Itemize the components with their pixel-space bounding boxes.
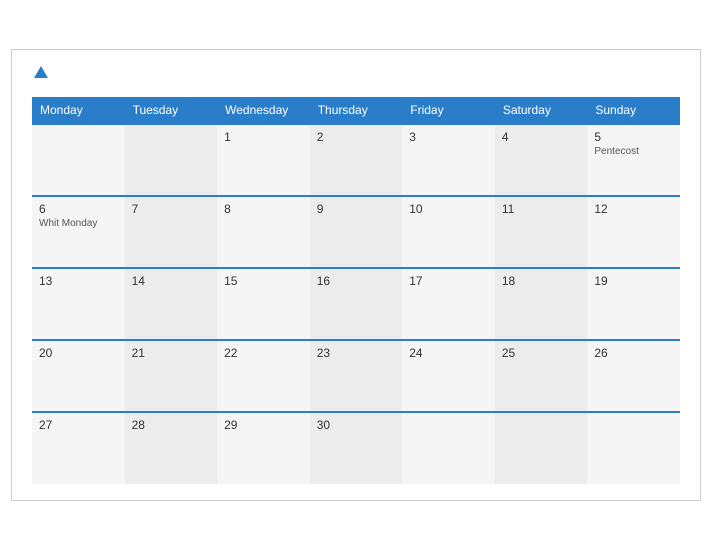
day-cell: 23 xyxy=(310,340,403,412)
day-number: 30 xyxy=(317,418,396,432)
day-number: 11 xyxy=(502,202,581,216)
weekday-header-saturday: Saturday xyxy=(495,97,588,124)
day-cell: 28 xyxy=(125,412,218,484)
week-row-4: 20 21 22 23 24 25 26 xyxy=(32,340,680,412)
week-row-1: 12345 Pentecost xyxy=(32,124,680,196)
day-number: 9 xyxy=(317,202,396,216)
day-number: 3 xyxy=(409,130,488,144)
day-cell: 17 xyxy=(402,268,495,340)
day-cell: 11 xyxy=(495,196,588,268)
day-cell xyxy=(587,412,680,484)
day-number: 7 xyxy=(132,202,211,216)
day-cell: 29 xyxy=(217,412,310,484)
day-cell: 7 xyxy=(125,196,218,268)
day-number: 14 xyxy=(132,274,211,288)
day-cell: 15 xyxy=(217,268,310,340)
day-cell: 9 xyxy=(310,196,403,268)
logo-triangle-icon xyxy=(34,66,48,78)
day-number: 19 xyxy=(594,274,673,288)
day-number: 5 xyxy=(594,130,673,144)
event-label: Whit Monday xyxy=(39,218,118,229)
day-cell: 5 Pentecost xyxy=(587,124,680,196)
day-number: 17 xyxy=(409,274,488,288)
day-cell: 19 xyxy=(587,268,680,340)
day-number: 27 xyxy=(39,418,118,432)
day-cell: 14 xyxy=(125,268,218,340)
day-number: 29 xyxy=(224,418,303,432)
day-number: 23 xyxy=(317,346,396,360)
weekday-header-wednesday: Wednesday xyxy=(217,97,310,124)
day-number: 21 xyxy=(132,346,211,360)
day-number: 25 xyxy=(502,346,581,360)
day-number: 13 xyxy=(39,274,118,288)
day-number: 20 xyxy=(39,346,118,360)
day-cell: 13 xyxy=(32,268,125,340)
day-cell: 16 xyxy=(310,268,403,340)
day-cell: 1 xyxy=(217,124,310,196)
day-number: 24 xyxy=(409,346,488,360)
day-cell: 20 xyxy=(32,340,125,412)
day-cell: 8 xyxy=(217,196,310,268)
day-number: 1 xyxy=(224,130,303,144)
day-number: 18 xyxy=(502,274,581,288)
day-cell: 12 xyxy=(587,196,680,268)
day-cell: 24 xyxy=(402,340,495,412)
calendar-table: MondayTuesdayWednesdayThursdayFridaySatu… xyxy=(32,97,680,484)
day-cell: 25 xyxy=(495,340,588,412)
day-number: 15 xyxy=(224,274,303,288)
event-label: Pentecost xyxy=(594,146,673,157)
day-cell: 30 xyxy=(310,412,403,484)
day-cell: 27 xyxy=(32,412,125,484)
day-number: 2 xyxy=(317,130,396,144)
calendar-header-row: MondayTuesdayWednesdayThursdayFridaySatu… xyxy=(32,97,680,124)
day-number: 22 xyxy=(224,346,303,360)
week-row-5: 27 28 29 30 xyxy=(32,412,680,484)
day-number: 6 xyxy=(39,202,118,216)
weekday-header-monday: Monday xyxy=(32,97,125,124)
weekday-header-thursday: Thursday xyxy=(310,97,403,124)
day-number: 4 xyxy=(502,130,581,144)
day-cell xyxy=(32,124,125,196)
weekday-row: MondayTuesdayWednesdayThursdayFridaySatu… xyxy=(32,97,680,124)
day-number: 16 xyxy=(317,274,396,288)
day-cell: 18 xyxy=(495,268,588,340)
day-cell: 26 xyxy=(587,340,680,412)
calendar-body: 12345Pentecost6Whit Monday78910111213141… xyxy=(32,124,680,484)
calendar-header xyxy=(32,66,680,84)
day-number: 8 xyxy=(224,202,303,216)
day-cell xyxy=(125,124,218,196)
logo xyxy=(32,66,48,84)
weekday-header-tuesday: Tuesday xyxy=(125,97,218,124)
day-number: 10 xyxy=(409,202,488,216)
day-cell: 6 Whit Monday xyxy=(32,196,125,268)
day-cell: 4 xyxy=(495,124,588,196)
calendar-container: MondayTuesdayWednesdayThursdayFridaySatu… xyxy=(11,49,701,502)
day-cell xyxy=(495,412,588,484)
day-cell: 21 xyxy=(125,340,218,412)
week-row-2: 6 Whit Monday 789 10 11 12 xyxy=(32,196,680,268)
day-number: 26 xyxy=(594,346,673,360)
day-cell: 22 xyxy=(217,340,310,412)
day-cell: 2 xyxy=(310,124,403,196)
day-cell: 10 xyxy=(402,196,495,268)
weekday-header-friday: Friday xyxy=(402,97,495,124)
day-cell xyxy=(402,412,495,484)
day-number: 12 xyxy=(594,202,673,216)
day-cell: 3 xyxy=(402,124,495,196)
logo-top-row xyxy=(32,66,48,84)
weekday-header-sunday: Sunday xyxy=(587,97,680,124)
day-number: 28 xyxy=(132,418,211,432)
week-row-3: 13 14 15 16 17 18 19 xyxy=(32,268,680,340)
